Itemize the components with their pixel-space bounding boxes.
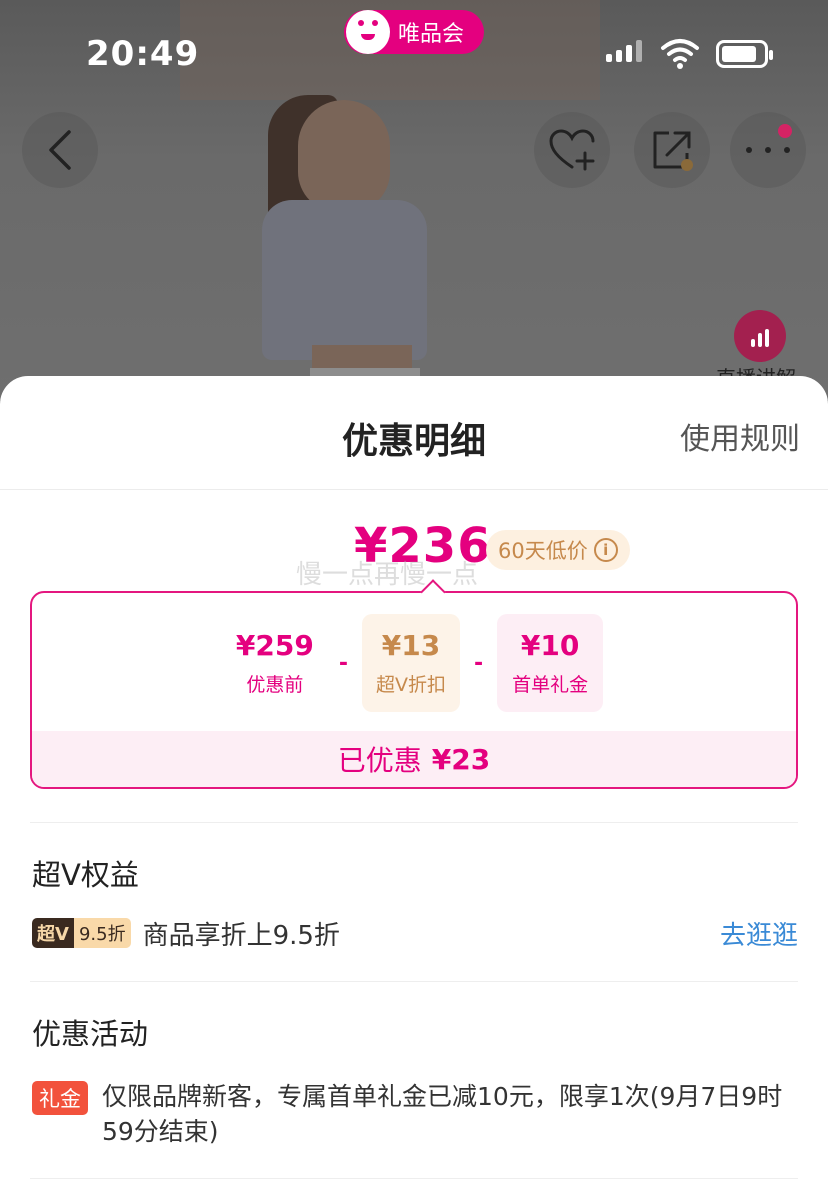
vip-tag-right: 9.5折 bbox=[73, 918, 131, 948]
rabbit-logo-icon bbox=[346, 10, 390, 54]
info-icon: i bbox=[593, 538, 618, 562]
status-time: 20:49 bbox=[86, 34, 200, 74]
gift-tag: 礼金 bbox=[32, 1081, 88, 1115]
divider bbox=[0, 489, 828, 490]
divider bbox=[30, 822, 798, 823]
battery-icon bbox=[716, 40, 773, 68]
app-name: 唯品会 bbox=[398, 22, 465, 47]
share-icon bbox=[653, 131, 693, 171]
vip-benefit-row: 超V 9.5折 商品享折上9.5折 去逛逛 bbox=[32, 915, 798, 951]
browse-link[interactable]: 去逛逛 bbox=[720, 915, 798, 952]
live-button[interactable] bbox=[734, 310, 786, 362]
back-button[interactable] bbox=[22, 112, 98, 188]
minus-sign: - bbox=[338, 650, 348, 676]
vip-benefit-text: 商品享折上9.5折 bbox=[142, 920, 340, 951]
discount-details-sheet: 优惠明细 使用规则 ¥236 60天低价 i 慢一点再慢一点 ¥259 优惠前 … bbox=[0, 376, 828, 1198]
original-amount: ¥259 bbox=[235, 629, 314, 662]
low-price-label: 60天低价 bbox=[498, 539, 588, 563]
first-order-label: 首单礼金 bbox=[512, 674, 589, 696]
vip-tag-left: 超V bbox=[32, 918, 74, 948]
first-order-chip: ¥10 首单礼金 bbox=[497, 614, 604, 712]
more-icon bbox=[746, 147, 790, 153]
original-price-chip: ¥259 优惠前 bbox=[225, 614, 325, 712]
chevron-left-icon bbox=[49, 130, 71, 170]
divider bbox=[30, 981, 798, 982]
vip-discount-chip: ¥13 超V折扣 bbox=[362, 614, 460, 712]
original-label: 优惠前 bbox=[246, 674, 304, 696]
total-saved: 已优惠 ¥23 bbox=[32, 731, 796, 787]
usage-rules-link[interactable]: 使用规则 bbox=[680, 414, 800, 458]
watermark: 慢一点再慢一点 bbox=[296, 560, 479, 590]
app-badge: 唯品会 bbox=[344, 10, 484, 54]
vip-tag: 超V 9.5折 bbox=[32, 918, 131, 948]
saved-amount: ¥23 bbox=[431, 742, 491, 776]
signal-icon bbox=[606, 40, 642, 62]
vip-section-title: 超V权益 bbox=[32, 858, 139, 892]
vip-discount-amount: ¥13 bbox=[381, 629, 441, 662]
first-order-amount: ¥10 bbox=[520, 629, 580, 662]
price-breakdown-card: ¥259 优惠前 - ¥13 超V折扣 - ¥10 首单礼金 已优惠 ¥23 bbox=[30, 579, 798, 789]
heart-plus-icon bbox=[549, 129, 595, 171]
promo-section-title: 优惠活动 bbox=[32, 1017, 149, 1051]
divider bbox=[30, 1178, 798, 1179]
share-button[interactable] bbox=[634, 112, 710, 188]
minus-sign: - bbox=[474, 650, 484, 676]
favorite-button[interactable] bbox=[534, 112, 610, 188]
vip-discount-label: 超V折扣 bbox=[376, 674, 446, 696]
low-price-badge[interactable]: 60天低价 i bbox=[486, 530, 630, 570]
more-button[interactable] bbox=[730, 112, 806, 188]
saved-label: 已优惠 bbox=[337, 744, 422, 777]
promo-row: 礼金 仅限品牌新客，专属首单礼金已减10元，限享1次(9月7日9时59分结束) bbox=[32, 1079, 798, 1149]
wifi-icon bbox=[661, 39, 699, 69]
promo-text: 仅限品牌新客，专属首单礼金已减10元，限享1次(9月7日9时59分结束) bbox=[102, 1082, 783, 1146]
notification-dot bbox=[778, 124, 792, 138]
